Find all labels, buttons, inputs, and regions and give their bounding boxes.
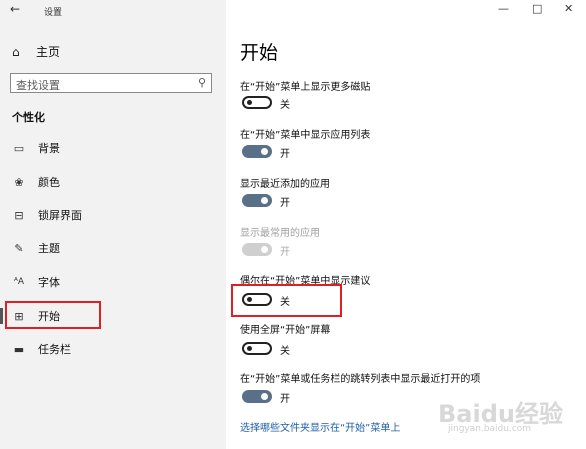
search-box[interactable]: ⚲ bbox=[10, 73, 212, 95]
taskbar-icon: ▬ bbox=[13, 342, 25, 356]
font-icon: ᴬA bbox=[13, 277, 25, 287]
toggle-knob bbox=[247, 346, 252, 351]
highlight-box bbox=[5, 301, 101, 329]
sidebar-item-label: 颜色 bbox=[38, 176, 60, 189]
sidebar-item-colors[interactable]: ❀ 颜色 bbox=[0, 171, 226, 193]
sidebar-item-label: 任务栏 bbox=[38, 343, 71, 356]
window-title: 设置 bbox=[44, 8, 63, 18]
toggle-state-label: 开 bbox=[280, 394, 290, 405]
home-icon: ⌂ bbox=[12, 44, 20, 59]
sidebar: ← 设置 ⌂ 主页 ⚲ 个性化 ▭ 背景 ❀ 颜色 ⊟ 锁屏界面 ✎ 主题 ᴬA… bbox=[0, 0, 226, 449]
toggle-knob bbox=[261, 197, 268, 204]
toggle-recent-items[interactable] bbox=[242, 390, 272, 403]
selection-indicator bbox=[0, 308, 3, 324]
option-label: 显示最近添加的应用 bbox=[240, 179, 330, 190]
search-icon[interactable]: ⚲ bbox=[198, 76, 206, 89]
section-title: 个性化 bbox=[12, 111, 45, 124]
toggle-state-label: 开 bbox=[280, 149, 290, 160]
toggle-knob bbox=[261, 246, 268, 253]
palette-icon: ❀ bbox=[14, 175, 24, 189]
close-button[interactable]: ✕ bbox=[564, 2, 573, 15]
option-label: 在“开始”菜单中显示应用列表 bbox=[240, 130, 371, 141]
sidebar-item-label: 背景 bbox=[38, 142, 60, 155]
highlight-box bbox=[231, 284, 342, 317]
search-input[interactable] bbox=[11, 76, 186, 95]
lockscreen-icon: ⊟ bbox=[14, 208, 24, 222]
page-title: 开始 bbox=[240, 42, 279, 64]
option-label: 在“开始”菜单或任务栏的跳转列表中显示最近打开的项 bbox=[240, 374, 481, 385]
sidebar-item-lockscreen[interactable]: ⊟ 锁屏界面 bbox=[0, 204, 226, 226]
home-label: 主页 bbox=[36, 45, 61, 59]
option-label: 在“开始”菜单上显示更多磁贴 bbox=[240, 82, 371, 93]
toggle-state-label: 关 bbox=[280, 346, 290, 357]
toggle-state-label: 关 bbox=[280, 100, 290, 111]
toggle-recently-added[interactable] bbox=[242, 194, 272, 207]
sidebar-item-label: 字体 bbox=[38, 276, 60, 289]
sidebar-item-background[interactable]: ▭ 背景 bbox=[0, 137, 226, 159]
toggle-fullscreen-start[interactable] bbox=[242, 342, 272, 355]
toggle-app-list[interactable] bbox=[242, 145, 272, 158]
watermark-url: jingyan.baidu.com bbox=[448, 424, 532, 434]
toggle-more-tiles[interactable] bbox=[242, 96, 272, 109]
sidebar-item-label: 锁屏界面 bbox=[38, 209, 82, 222]
sidebar-item-taskbar[interactable]: ▬ 任务栏 bbox=[0, 338, 226, 360]
sidebar-item-themes[interactable]: ✎ 主题 bbox=[0, 237, 226, 259]
toggle-state-label: 开 bbox=[280, 198, 290, 209]
back-arrow-icon[interactable]: ← bbox=[10, 2, 20, 16]
option-label: 显示最常用的应用 bbox=[240, 228, 320, 239]
theme-icon: ✎ bbox=[14, 241, 24, 255]
sidebar-item-label: 主题 bbox=[38, 242, 60, 255]
home-link[interactable]: ⌂ 主页 bbox=[12, 43, 60, 60]
main-content: — □ ✕ 开始 在“开始”菜单上显示更多磁贴 关 在“开始”菜单中显示应用列表… bbox=[226, 0, 586, 449]
picture-icon: ▭ bbox=[13, 141, 25, 155]
minimize-button[interactable]: — bbox=[498, 2, 509, 15]
toggle-state-label: 开 bbox=[280, 247, 290, 258]
toggle-knob bbox=[247, 100, 252, 105]
option-label: 使用全屏“开始”屏幕 bbox=[240, 325, 331, 336]
toggle-knob bbox=[261, 148, 268, 155]
choose-folders-link[interactable]: 选择哪些文件夹显示在“开始”菜单上 bbox=[240, 419, 400, 434]
sidebar-item-fonts[interactable]: ᴬA 字体 bbox=[0, 271, 226, 293]
toggle-most-used bbox=[242, 243, 272, 256]
toggle-knob bbox=[261, 393, 268, 400]
maximize-button[interactable]: □ bbox=[532, 2, 542, 15]
